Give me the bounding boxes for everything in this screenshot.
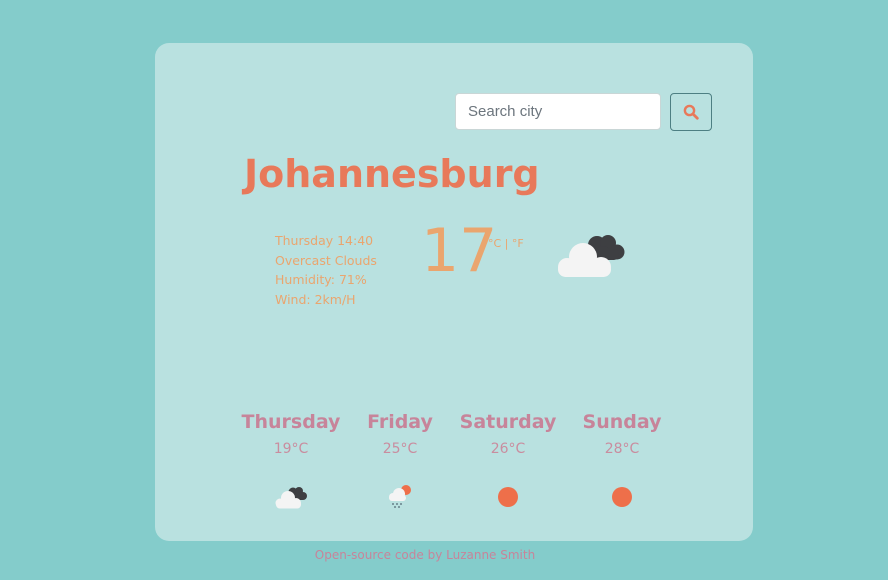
forecast-day-temp: 19°C [273,441,309,457]
search-input[interactable] [455,93,661,130]
sun-icon [612,487,632,507]
forecast-day-name: Saturday [459,411,557,433]
forecast-day: Thursday 19°C [231,408,351,511]
current-details: Thursday 14:40 Overcast Clouds Humidity:… [275,231,377,309]
current-datetime: Thursday 14:40 [275,233,374,248]
current-description: Overcast Clouds [275,252,377,268]
footer: Open-source code by Luzanne Smith [0,548,850,562]
rain-sun-icon [389,485,411,508]
forecast-day-name: Thursday [241,411,341,433]
forecast-row: Thursday 19°C Friday 25°C Saturday 26°C … [225,408,685,518]
search-icon [683,104,699,120]
source-code-link[interactable]: Open-source code by Luzanne Smith [315,548,535,562]
search-button[interactable] [670,93,712,131]
unit-separator: | [501,237,512,250]
overcast-clouds-icon [558,235,625,277]
forecast-day: Saturday 26°C [448,408,568,511]
forecast-day-temp: 26°C [490,441,526,457]
current-temperature: 17 [421,216,498,286]
forecast-day-name: Friday [367,411,433,433]
unit-toggle: °C | °F [488,237,524,250]
forecast-day-temp: 25°C [382,441,418,457]
weather-card: Johannesburg Thursday 14:40 Overcast Clo… [155,43,753,541]
overcast-clouds-icon [275,487,307,509]
celsius-link[interactable]: °C [488,237,501,250]
forecast-day: Friday 25°C [340,408,460,511]
forecast-day-name: Sunday [582,411,662,433]
forecast-day-temp: 28°C [604,441,640,457]
sun-icon [498,487,518,507]
city-name: Johannesburg [244,152,540,196]
fahrenheit-link[interactable]: °F [512,237,524,250]
forecast-day: Sunday 28°C [562,408,682,511]
current-humidity: Humidity: 71% [275,272,367,287]
current-wind: Wind: 2km/H [275,291,356,307]
